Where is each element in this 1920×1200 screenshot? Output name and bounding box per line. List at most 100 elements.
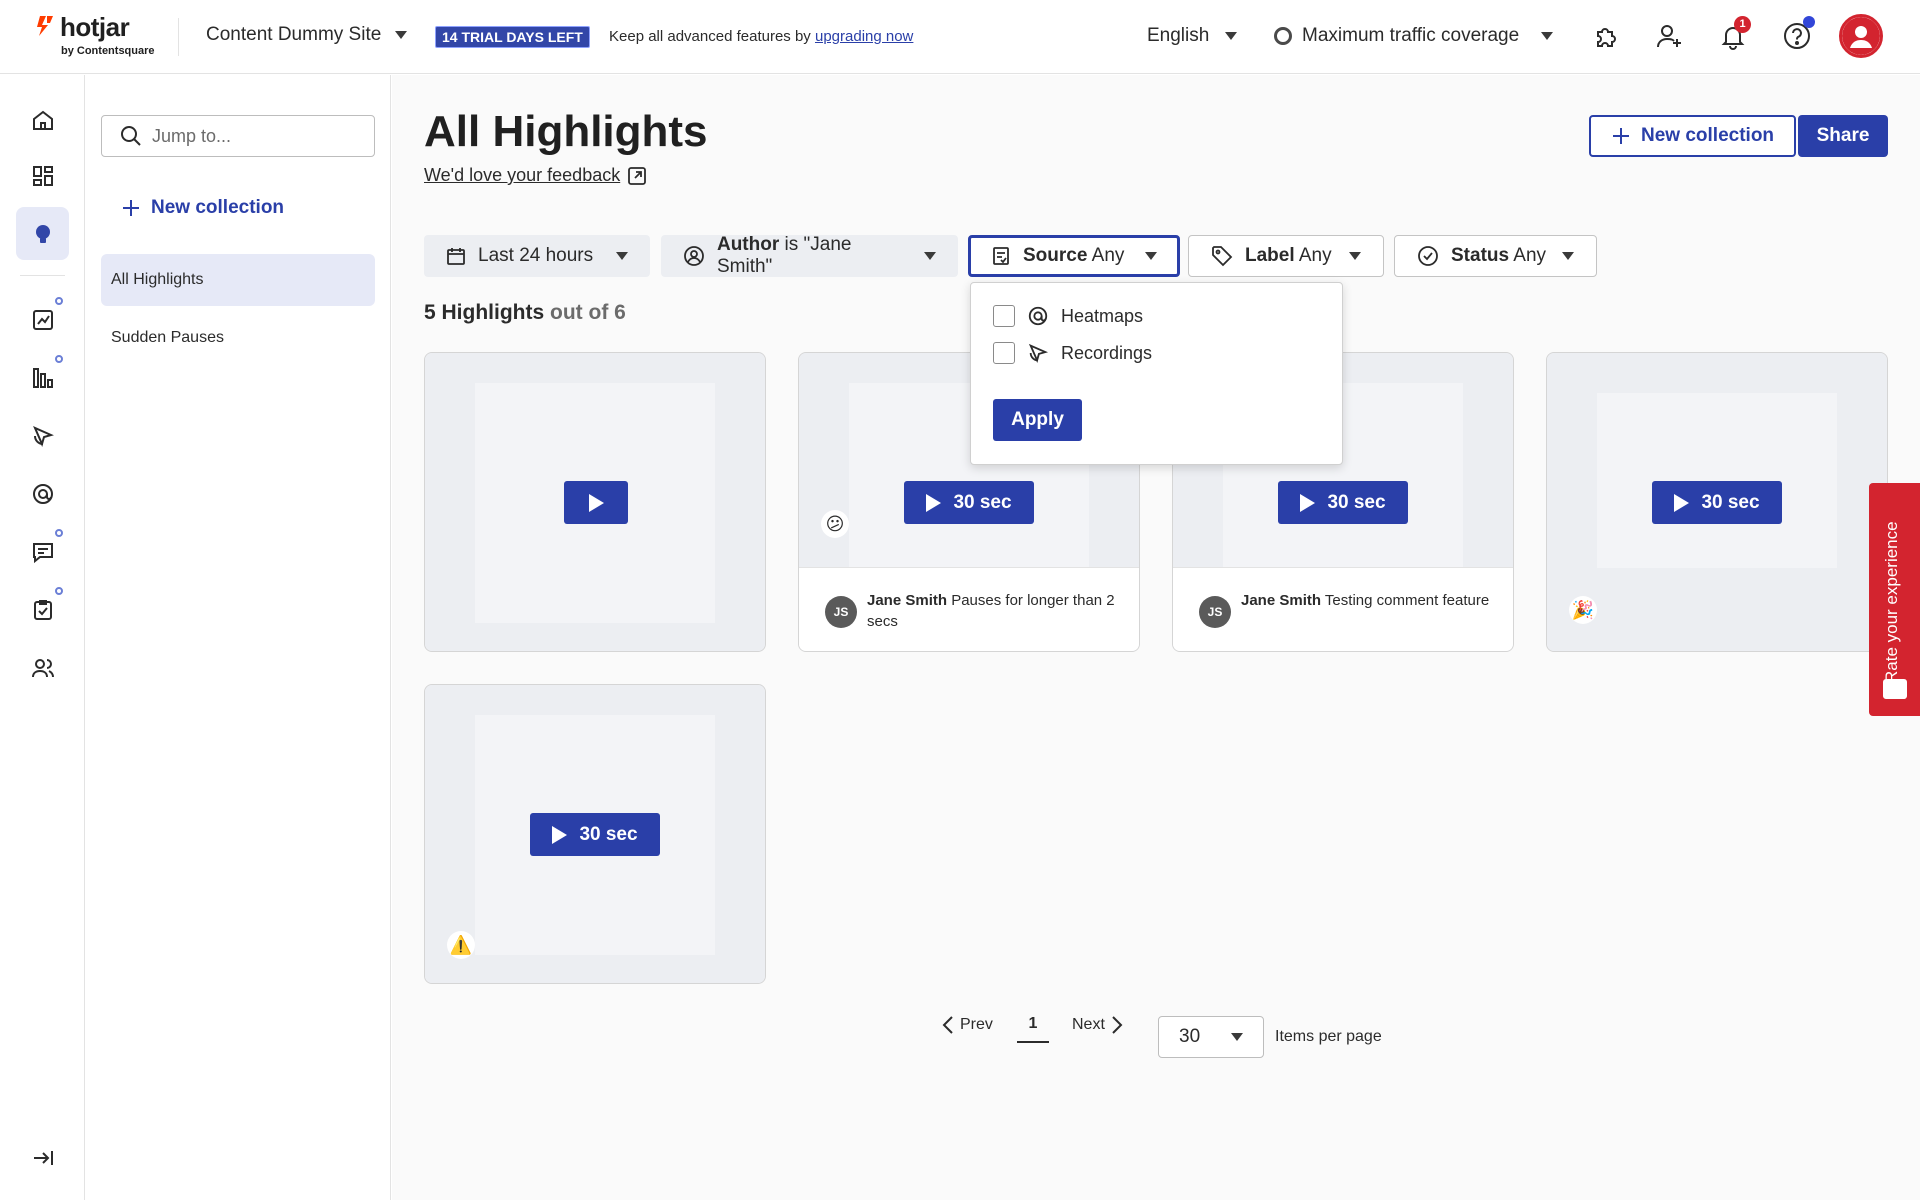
traffic-coverage-selector[interactable]: Maximum traffic coverage <box>1274 25 1554 47</box>
rate-experience-tab[interactable]: Rate your experience <box>1869 483 1920 716</box>
play-button[interactable] <box>564 481 628 524</box>
collection-item-sudden-pauses[interactable]: Sudden Pauses <box>101 312 375 364</box>
source-filter-dropdown: Heatmaps Recordings Apply <box>970 282 1343 465</box>
recordings-checkbox[interactable] <box>993 342 1015 364</box>
author-filter[interactable]: Author is "Jane Smith" <box>661 234 958 277</box>
date-filter-label: Last 24 hours <box>478 245 594 266</box>
author-name: Jane Smith <box>867 592 948 609</box>
source-filter-value: Any <box>1087 245 1125 266</box>
items-per-page-label: Items per page <box>1275 1028 1382 1045</box>
collection-label: Sudden Pauses <box>111 329 224 346</box>
chevron-down-icon <box>1231 1033 1243 1041</box>
source-filter-label: Source Any <box>1023 245 1124 267</box>
highlight-comment: Jane Smith Testing comment feature <box>1241 590 1491 611</box>
collections-sidebar: New collection All Highlights Sudden Pau… <box>86 75 391 1200</box>
status-filter-value: Any <box>1509 245 1547 266</box>
notifications-bell-icon[interactable]: 1 <box>1715 16 1751 54</box>
highlights-count-total: out of 6 <box>544 301 626 324</box>
duration-label: 30 sec <box>1701 491 1760 513</box>
play-button[interactable]: 30 sec <box>1652 481 1782 524</box>
language-selector[interactable]: English <box>1147 25 1238 47</box>
collection-item-all-highlights[interactable]: All Highlights <box>101 254 375 306</box>
highlights-count-strong: 5 Highlights <box>424 301 545 324</box>
jump-to-input[interactable] <box>152 125 352 147</box>
collection-label: All Highlights <box>111 271 204 288</box>
document-icon <box>993 247 1009 265</box>
play-button[interactable]: 30 sec <box>1278 481 1408 524</box>
trial-message: Keep all advanced features by upgrading … <box>609 28 913 45</box>
search-icon <box>121 126 141 146</box>
chevron-left-icon <box>942 1016 953 1034</box>
heatmaps-checkbox[interactable] <box>993 305 1015 327</box>
site-name: Content Dummy Site <box>206 24 382 45</box>
new-collection-label: New collection <box>151 197 285 218</box>
feedback-link[interactable]: We'd love your feedback <box>424 165 647 186</box>
hotjar-mark-icon <box>37 16 53 36</box>
play-icon <box>552 825 568 844</box>
user-avatar[interactable] <box>1839 14 1883 58</box>
items-per-page-select[interactable]: 30 <box>1158 1016 1264 1058</box>
integrations-icon[interactable] <box>1588 18 1624 54</box>
author-avatar: JS <box>1199 596 1231 628</box>
source-filter[interactable]: Source Any <box>968 235 1180 277</box>
play-button[interactable]: 30 sec <box>904 481 1034 524</box>
users-icon[interactable] <box>16 641 69 694</box>
check-circle-icon <box>1418 246 1438 266</box>
play-icon <box>1674 493 1690 512</box>
highlight-card[interactable]: 30 sec ⚠️ <box>424 684 766 984</box>
duration-label: 30 sec <box>953 491 1012 513</box>
new-collection-button[interactable]: New collection <box>1589 115 1797 157</box>
date-filter[interactable]: Last 24 hours <box>424 235 650 277</box>
source-option-heatmaps[interactable]: Heatmaps <box>993 305 1143 327</box>
author-name: Jane Smith <box>1241 592 1322 609</box>
invite-user-icon[interactable] <box>1651 18 1687 54</box>
notification-count-badge: 1 <box>1734 16 1751 33</box>
new-indicator-dot <box>55 587 63 595</box>
new-indicator-dot <box>55 297 63 305</box>
status-filter[interactable]: Status Any <box>1394 235 1597 277</box>
share-button[interactable]: Share <box>1798 115 1888 157</box>
user-silhouette-icon <box>1842 17 1880 55</box>
rate-experience-label: Rate your experience <box>1882 521 1901 683</box>
help-icon[interactable] <box>1779 16 1815 54</box>
upgrade-link[interactable]: upgrading now <box>815 28 913 45</box>
status-ring-icon <box>1274 27 1292 45</box>
source-option-recordings[interactable]: Recordings <box>993 342 1152 364</box>
dashboard-icon[interactable] <box>16 149 69 202</box>
heatmaps-icon[interactable] <box>16 467 69 520</box>
icon-rail <box>0 75 85 1200</box>
chevron-right-icon <box>1112 1016 1123 1034</box>
chevron-down-icon <box>1145 252 1157 260</box>
feedback-icon[interactable] <box>16 525 69 578</box>
play-button[interactable]: 30 sec <box>530 813 660 856</box>
duration-label: 30 sec <box>579 823 638 845</box>
option-label: Heatmaps <box>1061 305 1144 326</box>
highlight-card[interactable]: 30 sec 🎉 <box>1546 352 1888 652</box>
highlights-lightbulb-icon[interactable] <box>16 207 69 260</box>
page-title: All Highlights <box>424 107 708 156</box>
calendar-icon <box>447 248 465 265</box>
funnels-bar-icon[interactable] <box>16 351 69 404</box>
home-icon[interactable] <box>16 93 69 146</box>
comment-text: Testing comment feature <box>1321 592 1490 609</box>
trends-chart-icon[interactable] <box>16 293 69 346</box>
site-selector[interactable]: Content Dummy Site <box>206 24 408 46</box>
expand-sidebar-icon[interactable] <box>16 1131 69 1184</box>
status-filter-label: Status Any <box>1451 245 1546 267</box>
surveys-icon[interactable] <box>16 583 69 636</box>
highlight-comment: Jane Smith Pauses for longer than 2 secs <box>867 590 1117 632</box>
chevron-down-icon <box>1541 32 1554 40</box>
new-collection-link[interactable]: New collection <box>121 197 284 219</box>
highlight-card[interactable] <box>424 352 766 652</box>
label-filter[interactable]: Label Any <box>1188 235 1384 277</box>
warning-emoji-icon: ⚠️ <box>447 931 475 959</box>
source-filter-key: Source <box>1023 245 1088 266</box>
lightbulb-icon <box>35 224 50 243</box>
page-number-current[interactable]: 1 <box>1017 1015 1049 1043</box>
recordings-icon[interactable] <box>16 409 69 462</box>
apply-button[interactable]: Apply <box>993 399 1082 441</box>
prev-page-button[interactable]: Prev <box>942 1015 993 1035</box>
highlight-footer: JS Jane Smith Testing comment feature <box>1173 567 1513 651</box>
jump-to-search[interactable] <box>101 115 375 157</box>
next-page-button[interactable]: Next <box>1072 1015 1123 1035</box>
